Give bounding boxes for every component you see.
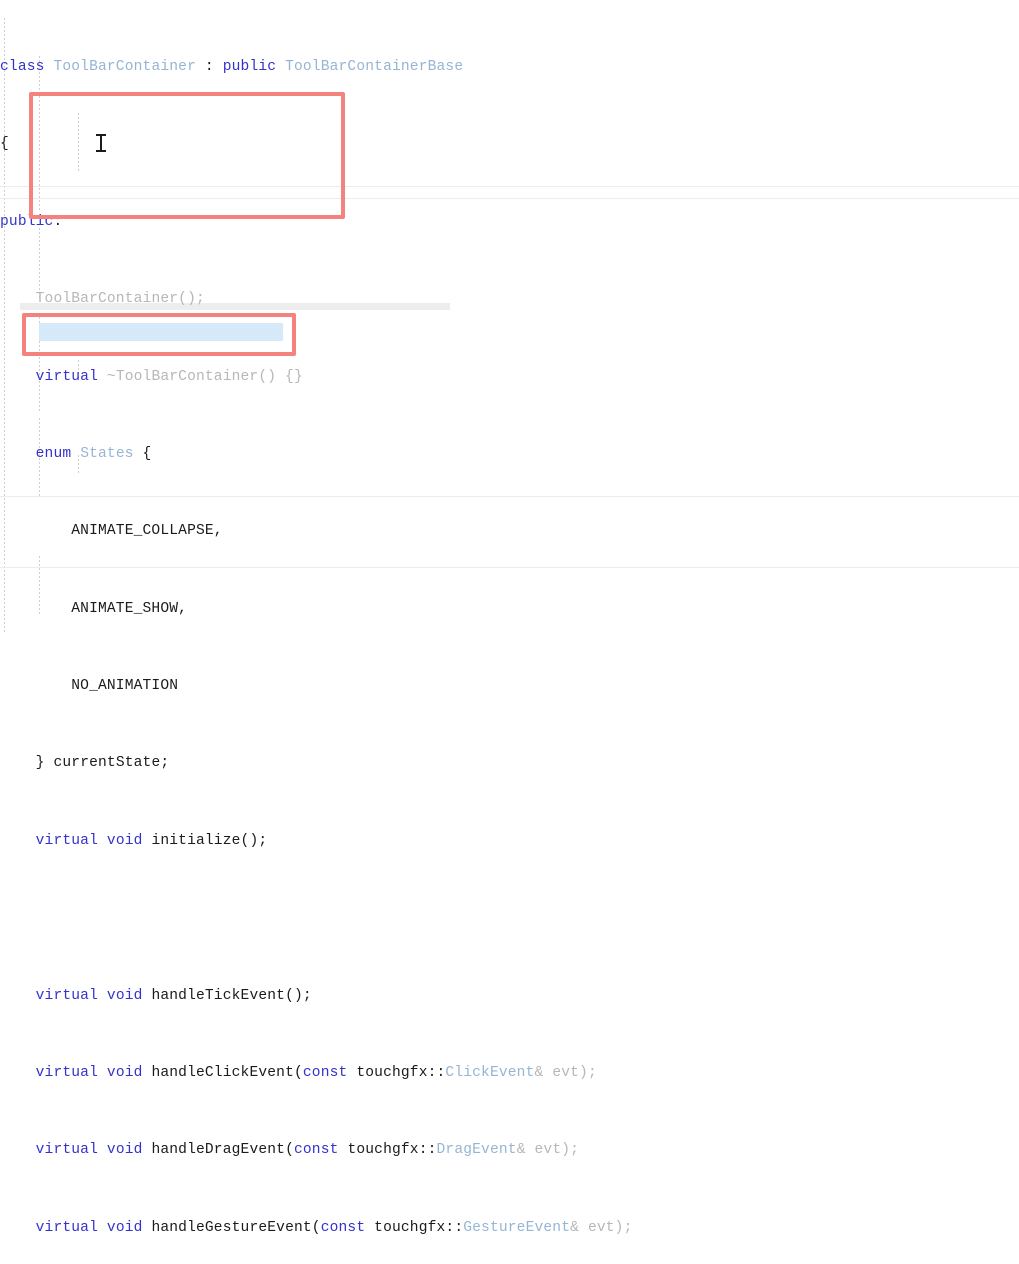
constructor-decl: ToolBarContainer(); xyxy=(35,291,205,308)
ibeam-stem xyxy=(100,134,102,152)
code-line: class ToolBarContainer : public ToolBarC… xyxy=(0,58,1019,77)
function-handletickevent: handleTickEvent(); xyxy=(142,987,312,1004)
keyword-virtual: virtual xyxy=(35,832,98,849)
type-gestureevent: GestureEvent xyxy=(463,1219,571,1236)
keyword-void: void xyxy=(98,1064,143,1081)
keyword-void: void xyxy=(98,832,143,849)
namespace-touchgfx: touchgfx:: xyxy=(338,1142,437,1159)
enumerator-animate-show: ANIMATE_SHOW, xyxy=(71,600,188,617)
keyword-const: const xyxy=(293,1142,339,1159)
ibeam-bottom-bar xyxy=(96,150,106,152)
code-line: virtual void handleTickEvent(); xyxy=(0,987,1019,1006)
keyword-enum: enum xyxy=(35,445,72,462)
brace-close: } xyxy=(35,755,54,772)
mouse-ibeam-cursor xyxy=(96,134,106,152)
keyword-void: void xyxy=(98,1142,143,1159)
keyword-virtual: virtual xyxy=(35,368,98,385)
keyword-const: const xyxy=(320,1219,366,1236)
keyword-public: public xyxy=(222,59,277,76)
function-handleclickevent: handleClickEvent( xyxy=(142,1064,303,1081)
code-content[interactable]: class ToolBarContainer : public ToolBarC… xyxy=(0,0,1019,1264)
parameter-evt: & evt); xyxy=(534,1064,597,1081)
parameter-evt: & evt); xyxy=(570,1219,633,1236)
brace-open: { xyxy=(0,136,9,153)
keyword-void: void xyxy=(98,1219,143,1236)
namespace-touchgfx: touchgfx:: xyxy=(365,1219,464,1236)
punctuation: : xyxy=(195,59,223,76)
code-line: } currentState; xyxy=(0,754,1019,773)
member-currentstate: currentState; xyxy=(53,755,170,772)
access-specifier-public: public xyxy=(0,213,54,230)
keyword-virtual: virtual xyxy=(35,1219,98,1236)
type-toolbarcontainerbase: ToolBarContainerBase xyxy=(276,59,464,76)
code-line: virtual void handleClickEvent(const touc… xyxy=(0,1064,1019,1083)
type-toolbarcontainer: ToolBarContainer xyxy=(44,59,196,76)
colon: : xyxy=(53,213,63,230)
code-line: public: xyxy=(0,213,1019,232)
code-editor[interactable]: class ToolBarContainer : public ToolBarC… xyxy=(0,0,1019,1236)
keyword-virtual: virtual xyxy=(35,987,98,1004)
code-line: virtual void handleGestureEvent(const to… xyxy=(0,1219,1019,1238)
function-handlegestureevent: handleGestureEvent( xyxy=(142,1219,321,1236)
code-line: ANIMATE_SHOW, xyxy=(0,600,1019,619)
code-line: { xyxy=(0,135,1019,154)
keyword-virtual: virtual xyxy=(35,1142,98,1159)
code-line: virtual ~ToolBarContainer() {} xyxy=(0,368,1019,387)
code-line: enum States { xyxy=(0,445,1019,464)
code-line: virtual void handleDragEvent(const touch… xyxy=(0,1141,1019,1160)
enumerator-animate-collapse: ANIMATE_COLLAPSE, xyxy=(71,523,223,540)
namespace-touchgfx: touchgfx:: xyxy=(347,1064,446,1081)
keyword-virtual: virtual xyxy=(35,1064,98,1081)
destructor-decl: ~ToolBarContainer() {} xyxy=(98,368,303,385)
type-clickevent: ClickEvent xyxy=(445,1064,535,1081)
keyword-const: const xyxy=(302,1064,348,1081)
code-line: NO_ANIMATION xyxy=(0,677,1019,696)
brace-open: { xyxy=(133,445,152,462)
function-handledragevent: handleDragEvent( xyxy=(142,1142,294,1159)
code-line: virtual void initialize(); xyxy=(0,832,1019,851)
parameter-evt: & evt); xyxy=(516,1142,580,1159)
keyword-void: void xyxy=(98,987,143,1004)
code-line: ANIMATE_COLLAPSE, xyxy=(0,522,1019,541)
keyword-class: class xyxy=(0,59,45,76)
enumerator-no-animation: NO_ANIMATION xyxy=(71,678,179,695)
code-line: ToolBarContainer(); xyxy=(0,290,1019,309)
type-dragevent: DragEvent xyxy=(436,1142,517,1159)
function-initialize: initialize(); xyxy=(142,832,268,849)
enum-name-states: States xyxy=(71,445,134,462)
